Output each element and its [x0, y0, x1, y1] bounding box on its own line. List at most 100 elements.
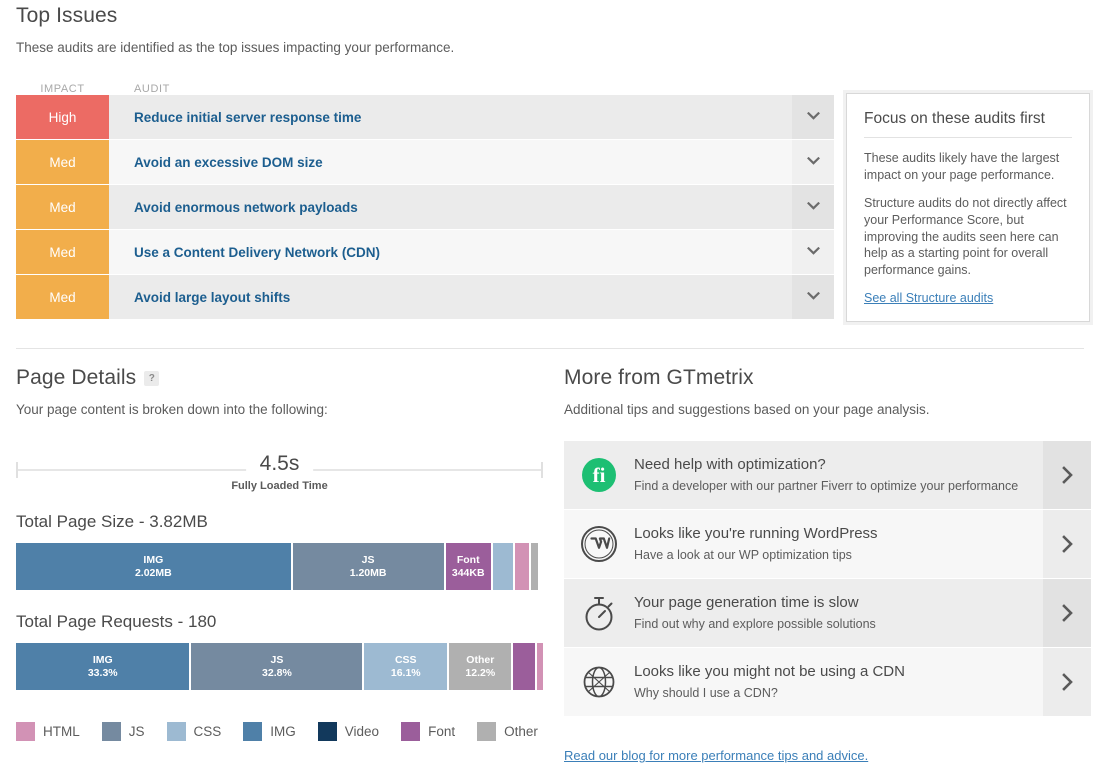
audit-title[interactable]: Reduce initial server response time	[109, 95, 792, 140]
promo-icon: fi	[564, 441, 634, 509]
audit-title[interactable]: Use a Content Delivery Network (CDN)	[109, 230, 792, 275]
impact-badge: Med	[16, 185, 109, 230]
focus-card-title: Focus on these audits first	[864, 110, 1072, 138]
help-icon[interactable]: ?	[144, 371, 159, 386]
chevron-down-icon	[807, 108, 820, 126]
fully-loaded-time-meter: 4.5s Fully Loaded Time	[16, 448, 543, 490]
audit-title[interactable]: Avoid large layout shifts	[109, 275, 792, 320]
bar-segment-img[interactable]: IMG2.02MB	[16, 543, 293, 590]
audit-expand-toggle[interactable]	[792, 275, 834, 320]
audit-expand-toggle[interactable]	[792, 185, 834, 230]
audit-table: IMPACT AUDIT HighReduce initial server r…	[16, 71, 834, 320]
promo-description: Find out why and explore possible soluti…	[634, 616, 1029, 632]
promo-icon	[564, 648, 634, 716]
stopwatch-icon	[581, 594, 617, 632]
audit-row[interactable]: MedAvoid large layout shifts	[16, 275, 834, 320]
column-header-audit: AUDIT	[109, 83, 170, 95]
bar-segment-css[interactable]	[493, 543, 515, 590]
page-title: Top Issues	[16, 0, 1084, 28]
chevron-right-icon[interactable]	[1043, 579, 1091, 647]
blog-link[interactable]: Read our blog for more performance tips …	[564, 748, 868, 763]
chevron-right-icon[interactable]	[1043, 648, 1091, 716]
audit-expand-toggle[interactable]	[792, 95, 834, 140]
legend-label: Font	[428, 724, 455, 739]
promo-description: Find a developer with our partner Fiverr…	[634, 478, 1029, 494]
bar-segment-html[interactable]	[537, 643, 543, 690]
focus-card-paragraph-1: These audits likely have the largest imp…	[864, 150, 1072, 183]
wordpress-icon	[580, 525, 618, 563]
promo-icon	[564, 579, 634, 647]
audit-row[interactable]: MedUse a Content Delivery Network (CDN)	[16, 230, 834, 275]
section-divider	[16, 348, 1084, 349]
legend-swatch	[243, 722, 262, 741]
promo-text: Looks like you're running WordPressHave …	[634, 510, 1043, 578]
audit-row[interactable]: MedAvoid enormous network payloads	[16, 185, 834, 230]
column-header-impact: IMPACT	[16, 83, 109, 95]
segment-label: JS	[362, 554, 375, 567]
audit-table-header: IMPACT AUDIT	[16, 71, 834, 95]
audit-expand-toggle[interactable]	[792, 140, 834, 185]
promo-text: Your page generation time is slow Find ou…	[634, 579, 1043, 647]
page-details-section: Page Details ? Your page content is brok…	[16, 366, 543, 690]
segment-value: 33.3%	[88, 667, 118, 680]
audit-row[interactable]: MedAvoid an excessive DOM size	[16, 140, 834, 185]
promo-row[interactable]: fiNeed help with optimization?Find a dev…	[564, 441, 1091, 510]
bar-segment-js[interactable]: JS1.20MB	[293, 543, 446, 590]
see-all-structure-audits-link[interactable]: See all Structure audits	[864, 291, 993, 305]
bar-segment-js[interactable]: JS32.8%	[191, 643, 364, 690]
chevron-down-icon	[807, 288, 820, 306]
audit-rows: HighReduce initial server response timeM…	[16, 95, 834, 320]
segment-label: Other	[466, 654, 494, 667]
legend-swatch	[167, 722, 186, 741]
audit-title[interactable]: Avoid enormous network payloads	[109, 185, 792, 230]
fiverr-icon: fi	[582, 458, 616, 492]
total-page-size-bar[interactable]: IMG2.02MBJS1.20MBFont344KB	[16, 543, 543, 590]
audit-title[interactable]: Avoid an excessive DOM size	[109, 140, 792, 185]
more-title: More from GTmetrix	[564, 366, 1091, 390]
legend-swatch	[102, 722, 121, 741]
chevron-right-icon[interactable]	[1043, 441, 1091, 509]
focus-card: Focus on these audits first These audits…	[846, 93, 1090, 322]
bar-segment-other[interactable]	[531, 543, 537, 590]
bar-segment-font[interactable]: Font344KB	[446, 543, 493, 590]
promo-title: Your page generation time is slow	[634, 594, 1029, 613]
promo-row[interactable]: Looks like you're running WordPressHave …	[564, 510, 1091, 579]
promo-row[interactable]: Looks like you might not be using a CDNW…	[564, 648, 1091, 717]
page-details-title-row: Page Details ?	[16, 366, 543, 390]
segment-label: IMG	[93, 654, 113, 667]
segment-label: IMG	[143, 554, 163, 567]
bar-segment-other[interactable]: Other12.2%	[449, 643, 513, 690]
segment-label: Font	[457, 554, 480, 567]
audit-row[interactable]: HighReduce initial server response time	[16, 95, 834, 140]
total-page-requests-heading: Total Page Requests - 180	[16, 612, 543, 632]
bar-segment-font[interactable]	[513, 643, 536, 690]
bar-segment-html[interactable]	[515, 543, 531, 590]
promo-row[interactable]: Your page generation time is slow Find ou…	[564, 579, 1091, 648]
legend-swatch	[401, 722, 420, 741]
promo-title: Looks like you're running WordPress	[634, 525, 1029, 544]
promo-icon	[564, 510, 634, 578]
globe-icon	[580, 663, 618, 701]
more-subtitle: Additional tips and suggestions based on…	[564, 402, 1091, 417]
more-from-gtmetrix-section: More from GTmetrix Additional tips and s…	[564, 366, 1091, 717]
top-issues-subtitle: These audits are identified as the top i…	[16, 40, 1084, 55]
chevron-right-icon[interactable]	[1043, 510, 1091, 578]
meter-cap-right	[541, 462, 543, 478]
promo-text: Looks like you might not be using a CDNW…	[634, 648, 1043, 716]
legend-label: HTML	[43, 724, 80, 739]
promo-title: Looks like you might not be using a CDN	[634, 663, 1029, 682]
bar-segment-img[interactable]: IMG33.3%	[16, 643, 191, 690]
fully-loaded-time-label: Fully Loaded Time	[231, 480, 327, 492]
bar-segment-css[interactable]: CSS16.1%	[364, 643, 449, 690]
total-page-requests-bar[interactable]: IMG33.3%JS32.8%CSS16.1%Other12.2%	[16, 643, 543, 690]
audit-expand-toggle[interactable]	[792, 230, 834, 275]
meter-cap-left	[16, 462, 18, 478]
page-details-subtitle: Your page content is broken down into th…	[16, 402, 543, 417]
legend-swatch	[318, 722, 337, 741]
legend-swatch	[477, 722, 496, 741]
chevron-down-icon	[807, 198, 820, 216]
legend-item: Video	[318, 722, 379, 741]
legend-item: JS	[102, 722, 145, 741]
segment-value: 1.20MB	[350, 567, 387, 580]
promo-list: fiNeed help with optimization?Find a dev…	[564, 441, 1091, 717]
